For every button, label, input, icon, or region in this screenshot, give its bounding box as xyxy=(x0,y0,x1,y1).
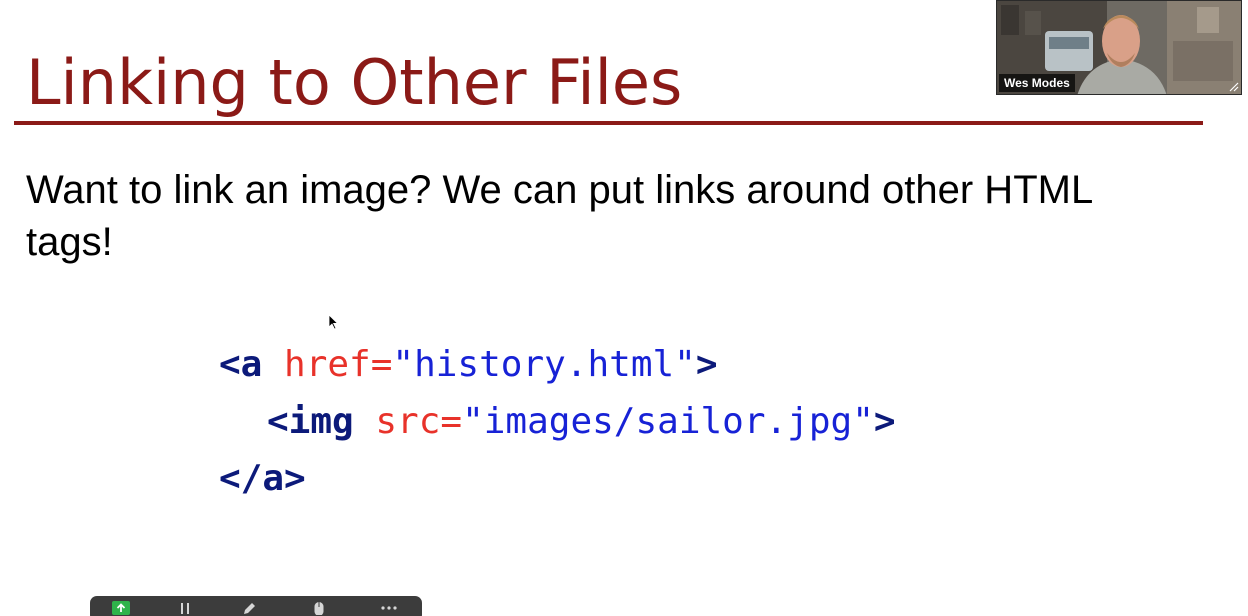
code-line: <a href="history.html"> xyxy=(219,336,896,393)
title-divider xyxy=(14,121,1203,125)
code-tag-token: <img xyxy=(267,401,376,442)
code-value-token: "history.html" xyxy=(392,344,696,385)
pencil-icon[interactable] xyxy=(239,601,259,616)
share-icon[interactable] xyxy=(111,601,131,616)
code-example: <a href="history.html"> <img src="images/… xyxy=(219,336,896,507)
code-tag-token: > xyxy=(873,401,896,442)
mouse-cursor-icon xyxy=(328,314,338,330)
code-value-token: "images/sailor.jpg" xyxy=(462,401,874,442)
annotation-toolbar xyxy=(90,596,422,616)
code-attribute-token: src= xyxy=(375,401,463,442)
code-tag-token: </a> xyxy=(219,458,306,499)
more-icon[interactable] xyxy=(379,601,399,616)
pause-icon[interactable] xyxy=(175,601,195,616)
code-line: <img src="images/sailor.jpg"> xyxy=(219,393,896,450)
slide: Linking to Other Files Want to link an i… xyxy=(0,0,1248,616)
code-tag-token: > xyxy=(695,344,718,385)
participant-video-tile[interactable]: Wes Modes xyxy=(996,0,1242,95)
resize-grip-icon[interactable] xyxy=(1229,82,1239,92)
code-line: </a> xyxy=(219,450,896,507)
mouse-icon[interactable] xyxy=(309,601,329,616)
code-attribute-token: href= xyxy=(284,344,393,385)
participant-name-label: Wes Modes xyxy=(999,74,1075,92)
slide-body-text: Want to link an image? We can put links … xyxy=(26,168,1092,264)
code-tag-token: <a xyxy=(219,344,285,385)
slide-title: Linking to Other Files xyxy=(26,46,683,119)
